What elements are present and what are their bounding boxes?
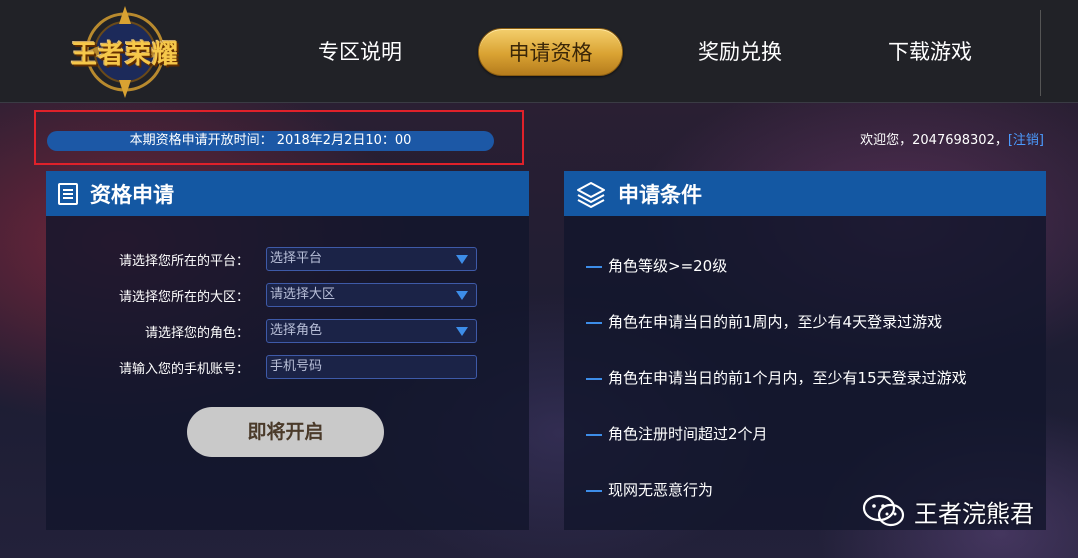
condition-item: 角色注册时间超过2个月 [586,423,768,444]
game-logo[interactable]: 王者荣耀 [55,4,195,100]
role-row: 请选择您的角色： 选择角色 [46,319,529,343]
wechat-icon [862,494,905,527]
phone-input[interactable]: 手机号码 [266,355,477,379]
nav-reward-exchange[interactable]: 奖励兑换 [680,28,800,76]
phone-input-placeholder: 手机号码 [270,359,323,374]
platform-select-value: 选择平台 [270,251,323,266]
condition-text: 角色等级>=20级 [608,257,728,275]
phone-label: 请输入您的手机账号： [118,362,249,377]
nav-apply-qualification[interactable]: 申请资格 [478,28,623,76]
conditions-panel-title: 申请条件 [618,182,702,207]
logout-link[interactable]: [注销] [1008,133,1044,148]
apply-panel-title: 资格申请 [90,182,174,207]
submit-button[interactable]: 即将开启 [187,407,384,457]
nav-download-game[interactable]: 下载游戏 [870,28,990,76]
dash-icon [586,321,602,324]
condition-item: 角色在申请当日的前1周内，至少有4天登录过游戏 [586,311,942,332]
condition-text: 角色在申请当日的前1个月内，至少有15天登录过游戏 [608,369,967,387]
region-select[interactable]: 请选择大区 [266,283,477,307]
welcome-text: 欢迎您，2047698302， [860,133,1008,148]
layers-icon [577,181,605,208]
region-label: 请选择您所在的大区： [118,290,249,305]
open-time-highlight: 本期资格申请开放时间： 2018年2月2日10：00 [34,110,524,165]
platform-select[interactable]: 选择平台 [266,247,477,271]
condition-item: 角色等级>=20级 [586,255,727,276]
region-select-value: 请选择大区 [270,287,336,302]
conditions-panel-header: 申请条件 [564,171,1046,216]
role-select[interactable]: 选择角色 [266,319,477,343]
wechat-watermark: 王者浣熊君 [862,493,1034,529]
open-time-notice: 本期资格申请开放时间： 2018年2月2日10：00 [47,131,494,151]
phone-row: 请输入您的手机账号： 手机号码 [46,355,529,379]
condition-text: 角色注册时间超过2个月 [608,425,768,443]
condition-item: 角色在申请当日的前1个月内，至少有15天登录过游戏 [586,367,967,388]
dash-icon [586,433,602,436]
dropdown-arrow-icon [456,327,468,336]
apply-panel-header: 资格申请 [46,171,529,216]
apply-panel: 资格申请 请选择您所在的平台： 选择平台 请选择您所在的大区： 请选择大区 请选… [46,171,529,530]
platform-label: 请选择您所在的平台： [118,254,249,269]
dash-icon [586,489,602,492]
condition-text: 现网无恶意行为 [608,481,714,499]
dash-icon [586,377,602,380]
dropdown-arrow-icon [456,255,468,264]
header-divider [1040,10,1041,96]
logo-text: 王者荣耀 [70,40,179,70]
user-welcome: 欢迎您，2047698302，[注销] [860,129,1044,148]
document-icon [58,182,78,205]
condition-text: 角色在申请当日的前1周内，至少有4天登录过游戏 [608,313,943,331]
condition-item: 现网无恶意行为 [586,479,713,500]
platform-row: 请选择您所在的平台： 选择平台 [46,247,529,271]
role-select-value: 选择角色 [270,323,323,338]
dropdown-arrow-icon [456,291,468,300]
nav-zone-intro[interactable]: 专区说明 [300,28,420,76]
dash-icon [586,265,602,268]
region-row: 请选择您所在的大区： 请选择大区 [46,283,529,307]
top-header: 王者荣耀 专区说明 申请资格 奖励兑换 下载游戏 [0,0,1078,103]
conditions-panel: 申请条件 角色等级>=20级 角色在申请当日的前1周内，至少有4天登录过游戏 角… [564,171,1046,530]
role-label: 请选择您的角色： [144,326,249,341]
watermark-text: 王者浣熊君 [914,499,1034,528]
